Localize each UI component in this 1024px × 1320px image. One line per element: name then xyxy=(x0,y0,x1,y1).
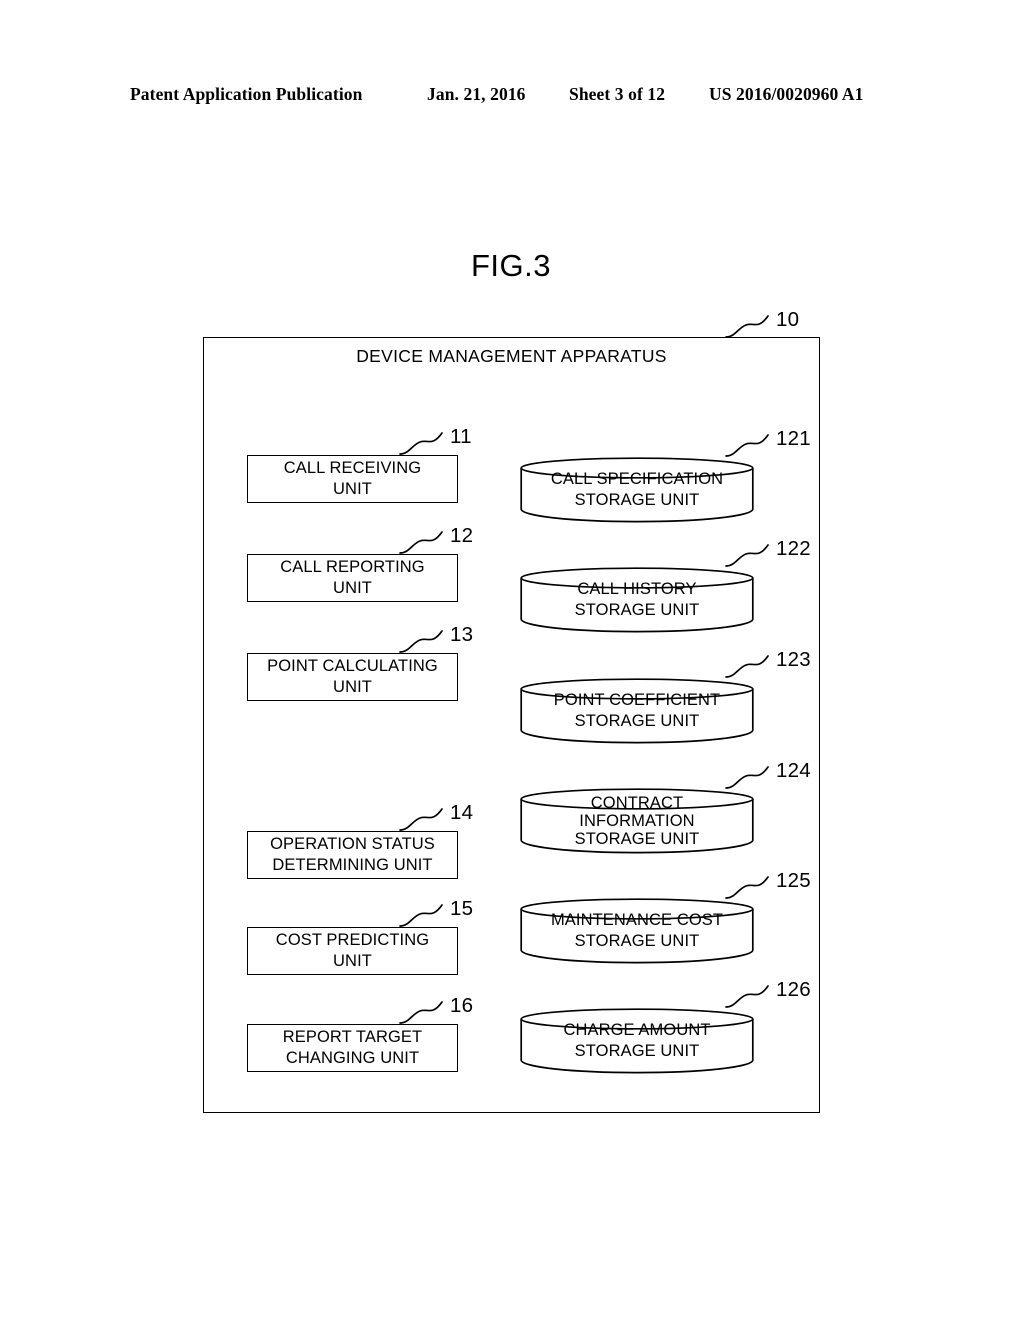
database-cylinder-icon xyxy=(520,567,754,633)
publication-label: Patent Application Publication xyxy=(130,84,363,104)
reference-leader-15: 15 xyxy=(398,897,484,940)
reference-leader-125: 125 xyxy=(724,869,811,912)
patent-number: US 2016/0020960 A1 xyxy=(709,84,864,104)
reference-number: 10 xyxy=(776,308,800,331)
storage-cylinder-contract-information[interactable]: CONTRACT INFORMATION STORAGE UNIT xyxy=(520,788,754,854)
database-cylinder-icon xyxy=(520,678,754,744)
database-cylinder-icon xyxy=(520,898,754,964)
reference-number: 14 xyxy=(450,801,474,824)
storage-cylinder-point-coefficient[interactable]: POINT COEFFICIENT STORAGE UNIT xyxy=(520,678,754,744)
database-cylinder-icon xyxy=(520,457,754,523)
reference-number: 13 xyxy=(450,623,474,646)
sheet-number: Sheet 3 of 12 xyxy=(569,84,666,104)
database-cylinder-icon xyxy=(520,1008,754,1074)
reference-leader-123: 123 xyxy=(724,648,811,691)
reference-leader-13: 13 xyxy=(398,623,484,666)
publication-date: Jan. 21, 2016 xyxy=(427,84,526,104)
reference-number: 15 xyxy=(450,897,474,920)
figure-title: FIG.3 xyxy=(471,248,552,283)
storage-cylinder-maintenance-cost[interactable]: MAINTENANCE COST STORAGE UNIT xyxy=(520,898,754,964)
storage-cylinder-call-history[interactable]: CALL HISTORY STORAGE UNIT xyxy=(520,567,754,633)
reference-leader-124: 124 xyxy=(724,759,811,802)
patent-page-header: Patent Application Publication Jan. 21, … xyxy=(0,84,1024,112)
reference-number: 125 xyxy=(776,869,811,892)
reference-leader-12: 12 xyxy=(398,524,484,567)
reference-number: 126 xyxy=(776,978,811,1001)
reference-number: 124 xyxy=(776,759,811,782)
reference-number: 16 xyxy=(450,994,474,1017)
apparatus-title: DEVICE MANAGEMENT APPARATUS xyxy=(356,346,667,366)
reference-leader-11: 11 xyxy=(398,425,484,468)
storage-cylinder-charge-amount[interactable]: CHARGE AMOUNT STORAGE UNIT xyxy=(520,1008,754,1074)
reference-number: 121 xyxy=(776,427,811,450)
reference-leader-122: 122 xyxy=(724,537,811,580)
reference-leader-126: 126 xyxy=(724,978,811,1021)
reference-number: 122 xyxy=(776,537,811,560)
reference-leader-121: 121 xyxy=(724,427,811,470)
reference-number: 123 xyxy=(776,648,811,671)
storage-cylinder-call-specification[interactable]: CALL SPECIFICATION STORAGE UNIT xyxy=(520,457,754,523)
reference-leader-14: 14 xyxy=(398,801,484,844)
database-cylinder-icon xyxy=(520,788,754,854)
reference-leader-16: 16 xyxy=(398,994,484,1037)
reference-number: 11 xyxy=(450,425,472,448)
reference-number: 12 xyxy=(450,524,474,547)
